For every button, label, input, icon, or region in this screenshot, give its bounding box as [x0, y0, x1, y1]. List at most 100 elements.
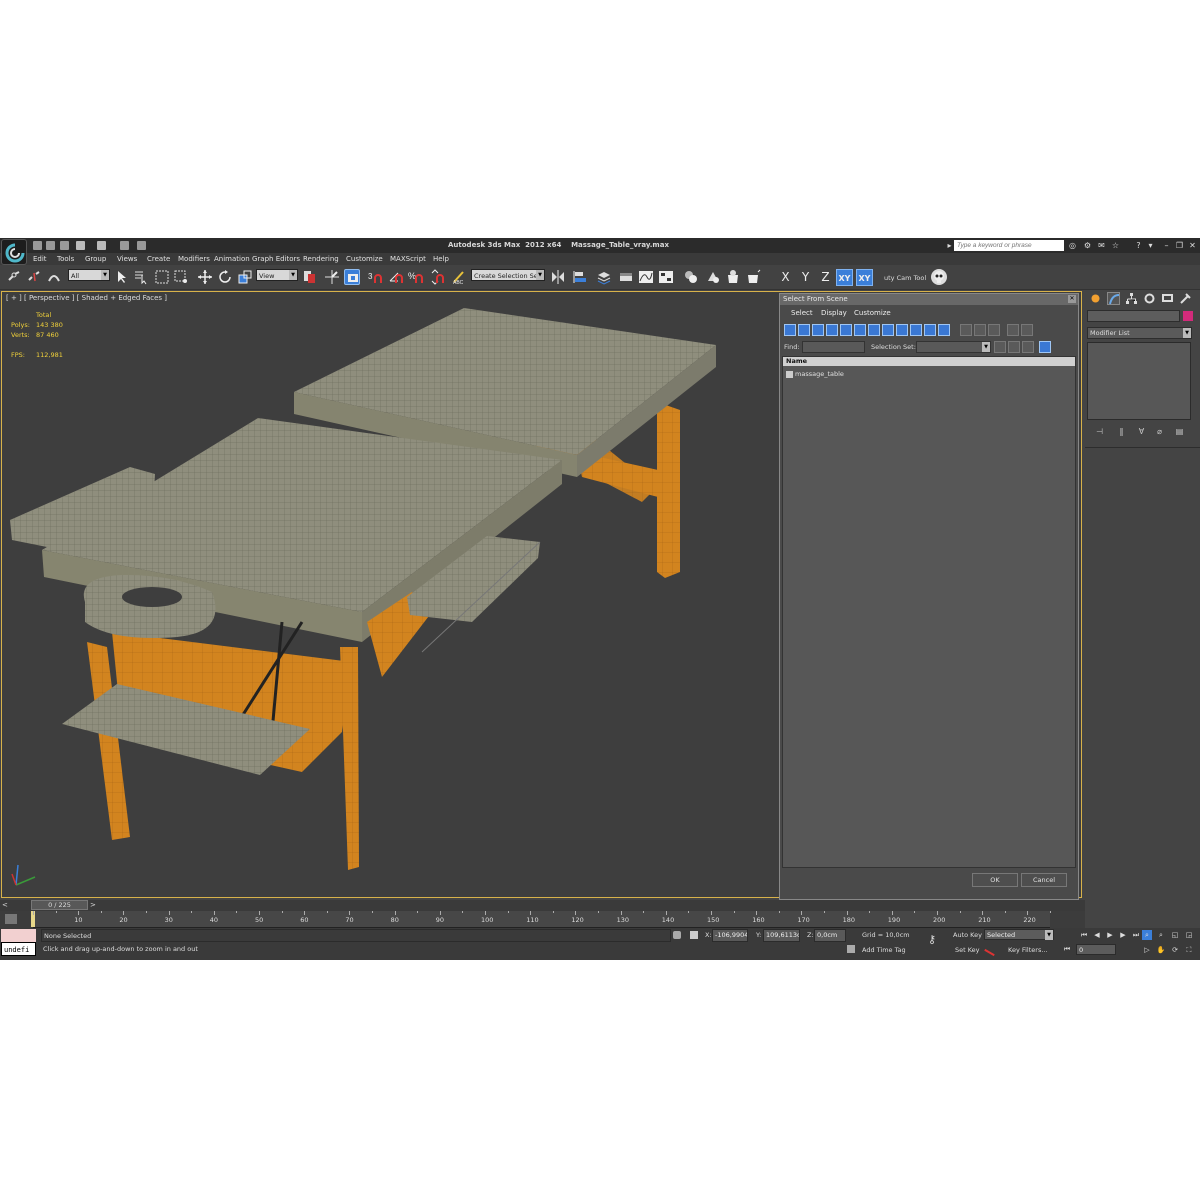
- skull-plugin-icon[interactable]: [931, 269, 947, 285]
- restore-icon[interactable]: ❐: [1175, 241, 1184, 250]
- menu-tools[interactable]: Tools: [57, 255, 74, 263]
- display-bones-icon[interactable]: [896, 324, 908, 336]
- binoculars-icon[interactable]: ◎: [1068, 241, 1077, 250]
- remove-modifier-icon[interactable]: ⌀: [1155, 427, 1164, 436]
- selection-lock-icon[interactable]: [673, 931, 681, 939]
- make-unique-icon[interactable]: ∀: [1137, 427, 1146, 436]
- field-of-view-icon[interactable]: ▷: [1142, 945, 1152, 955]
- help-icon[interactable]: ?: [1134, 241, 1143, 250]
- dialog-menu-display[interactable]: Display: [821, 309, 847, 317]
- curve-editor-icon[interactable]: [638, 269, 654, 285]
- select-and-move-icon[interactable]: [197, 269, 213, 285]
- ok-button[interactable]: OK: [972, 873, 1018, 887]
- edit-named-selection-icon[interactable]: ABC: [451, 269, 467, 286]
- zoom-icon[interactable]: ⌕: [1142, 930, 1152, 940]
- menu-customize[interactable]: Customize: [346, 255, 383, 263]
- absolute-mode-icon[interactable]: [690, 931, 698, 939]
- help-dropdown-icon[interactable]: ▾: [1146, 241, 1155, 250]
- scene-object-list[interactable]: Name massage_table: [782, 356, 1076, 868]
- render-production-icon[interactable]: [745, 269, 761, 285]
- align-icon[interactable]: [572, 269, 588, 285]
- rectangular-selection-icon[interactable]: [154, 269, 170, 285]
- display-all-icon[interactable]: [960, 324, 972, 336]
- menu-edit[interactable]: Edit: [33, 255, 47, 263]
- redo-icon[interactable]: [97, 241, 106, 250]
- select-all-icon[interactable]: [994, 341, 1006, 353]
- restrict-x-button[interactable]: X: [777, 269, 794, 286]
- select-and-link-icon[interactable]: [6, 269, 22, 285]
- x-coord-field[interactable]: -106,9904: [712, 929, 748, 942]
- current-frame-field[interactable]: 0: [1076, 944, 1116, 955]
- zoom-extents-icon[interactable]: ◱: [1170, 930, 1180, 940]
- undo-icon[interactable]: [76, 241, 85, 250]
- time-slider-thumb[interactable]: 0 / 225: [31, 900, 88, 910]
- select-and-manipulate-icon[interactable]: [324, 269, 340, 285]
- orbit-icon[interactable]: ⟳: [1170, 945, 1180, 955]
- display-space-warps-icon[interactable]: [854, 324, 866, 336]
- menu-graph-editors[interactable]: Graph Editors: [252, 255, 300, 263]
- find-input[interactable]: [802, 341, 865, 353]
- maxscript-output[interactable]: undefi: [1, 942, 36, 956]
- sort-filter-icon[interactable]: [1021, 324, 1033, 336]
- create-tab-icon[interactable]: [1089, 292, 1102, 305]
- graphite-toolbar-icon[interactable]: [618, 269, 634, 285]
- zoom-extents-all-icon[interactable]: ◲: [1184, 930, 1194, 940]
- zoom-all-icon[interactable]: ⌕: [1156, 930, 1166, 940]
- menu-modifiers[interactable]: Modifiers: [178, 255, 210, 263]
- favorites-star-icon[interactable]: ☆: [1111, 241, 1120, 250]
- select-and-rotate-icon[interactable]: [217, 269, 233, 285]
- mini-curve-editor-icon[interactable]: [5, 914, 17, 924]
- display-frozen-icon[interactable]: [924, 324, 936, 336]
- hierarchy-tab-icon[interactable]: [1125, 292, 1138, 305]
- plugin-toolbar-label[interactable]: uty Cam Tool: [884, 274, 926, 282]
- list-item[interactable]: massage_table: [786, 370, 844, 378]
- display-geometry-icon[interactable]: [784, 324, 796, 336]
- menu-animation[interactable]: Animation: [214, 255, 250, 263]
- minimize-icon[interactable]: –: [1162, 241, 1171, 250]
- object-name-field[interactable]: [1087, 310, 1180, 322]
- z-coord-field[interactable]: 0,0cm: [814, 929, 846, 942]
- maxscript-listener-input[interactable]: [1, 929, 36, 942]
- reference-coordinate-dropdown[interactable]: View ▼: [256, 269, 298, 281]
- show-end-result-icon[interactable]: ‖: [1117, 427, 1126, 436]
- restrict-z-button[interactable]: Z: [817, 269, 834, 286]
- angle-snap-icon[interactable]: [388, 269, 404, 285]
- save-file-icon[interactable]: [60, 241, 69, 250]
- project-folder-icon[interactable]: [137, 241, 146, 250]
- dialog-title-bar[interactable]: Select From Scene: [780, 294, 1078, 305]
- menu-rendering[interactable]: Rendering: [303, 255, 339, 263]
- utilities-tab-icon[interactable]: [1179, 292, 1192, 305]
- object-color-swatch[interactable]: [1183, 311, 1193, 321]
- motion-tab-icon[interactable]: [1143, 292, 1156, 305]
- sync-selection-icon[interactable]: [1039, 341, 1051, 353]
- set-key-icon[interactable]: ⚷: [928, 934, 942, 946]
- hold-icon[interactable]: [120, 241, 129, 250]
- key-mode-dropdown[interactable]: Selected ▼: [984, 929, 1054, 940]
- time-slider[interactable]: 0 / 225 > <: [0, 900, 1085, 911]
- dialog-menu-customize[interactable]: Customize: [854, 309, 891, 317]
- cancel-button[interactable]: Cancel: [1021, 873, 1067, 887]
- configure-modifier-sets-icon[interactable]: ▤: [1175, 427, 1184, 436]
- mirror-icon[interactable]: [550, 269, 566, 285]
- prev-frame-arrow-icon[interactable]: <: [2, 901, 8, 909]
- display-invert-icon[interactable]: [988, 324, 1000, 336]
- layer-manager-icon[interactable]: [596, 269, 612, 285]
- dialog-menu-select[interactable]: Select: [791, 309, 813, 317]
- frame-ruler[interactable]: 10 20 30 40 50 60 70 80 90 100 110 120 130 140 150 160 1…: [31, 911, 1051, 928]
- play-icon[interactable]: ▶: [1105, 930, 1115, 940]
- track-bar[interactable]: 10 20 30 40 50 60 70 80 90 100 110 120 130 140 150 160 1…: [0, 911, 1085, 928]
- keyboard-shortcut-override-icon[interactable]: [344, 269, 360, 285]
- select-invert-icon[interactable]: [1022, 341, 1034, 353]
- column-header-name[interactable]: Name: [783, 357, 1075, 366]
- y-coord-field[interactable]: 109,6113c: [763, 929, 800, 942]
- menu-group[interactable]: Group: [85, 255, 106, 263]
- time-tag-icon[interactable]: [847, 945, 855, 953]
- open-file-icon[interactable]: [46, 241, 55, 250]
- display-helpers-icon[interactable]: [840, 324, 852, 336]
- schematic-view-icon[interactable]: [658, 269, 674, 285]
- menu-help[interactable]: Help: [433, 255, 449, 263]
- next-key-icon[interactable]: ▶: [1118, 930, 1128, 940]
- display-shapes-icon[interactable]: [798, 324, 810, 336]
- prev-key-icon[interactable]: ◀: [1092, 930, 1102, 940]
- modifier-list-dropdown[interactable]: Modifier List ▼: [1087, 327, 1192, 339]
